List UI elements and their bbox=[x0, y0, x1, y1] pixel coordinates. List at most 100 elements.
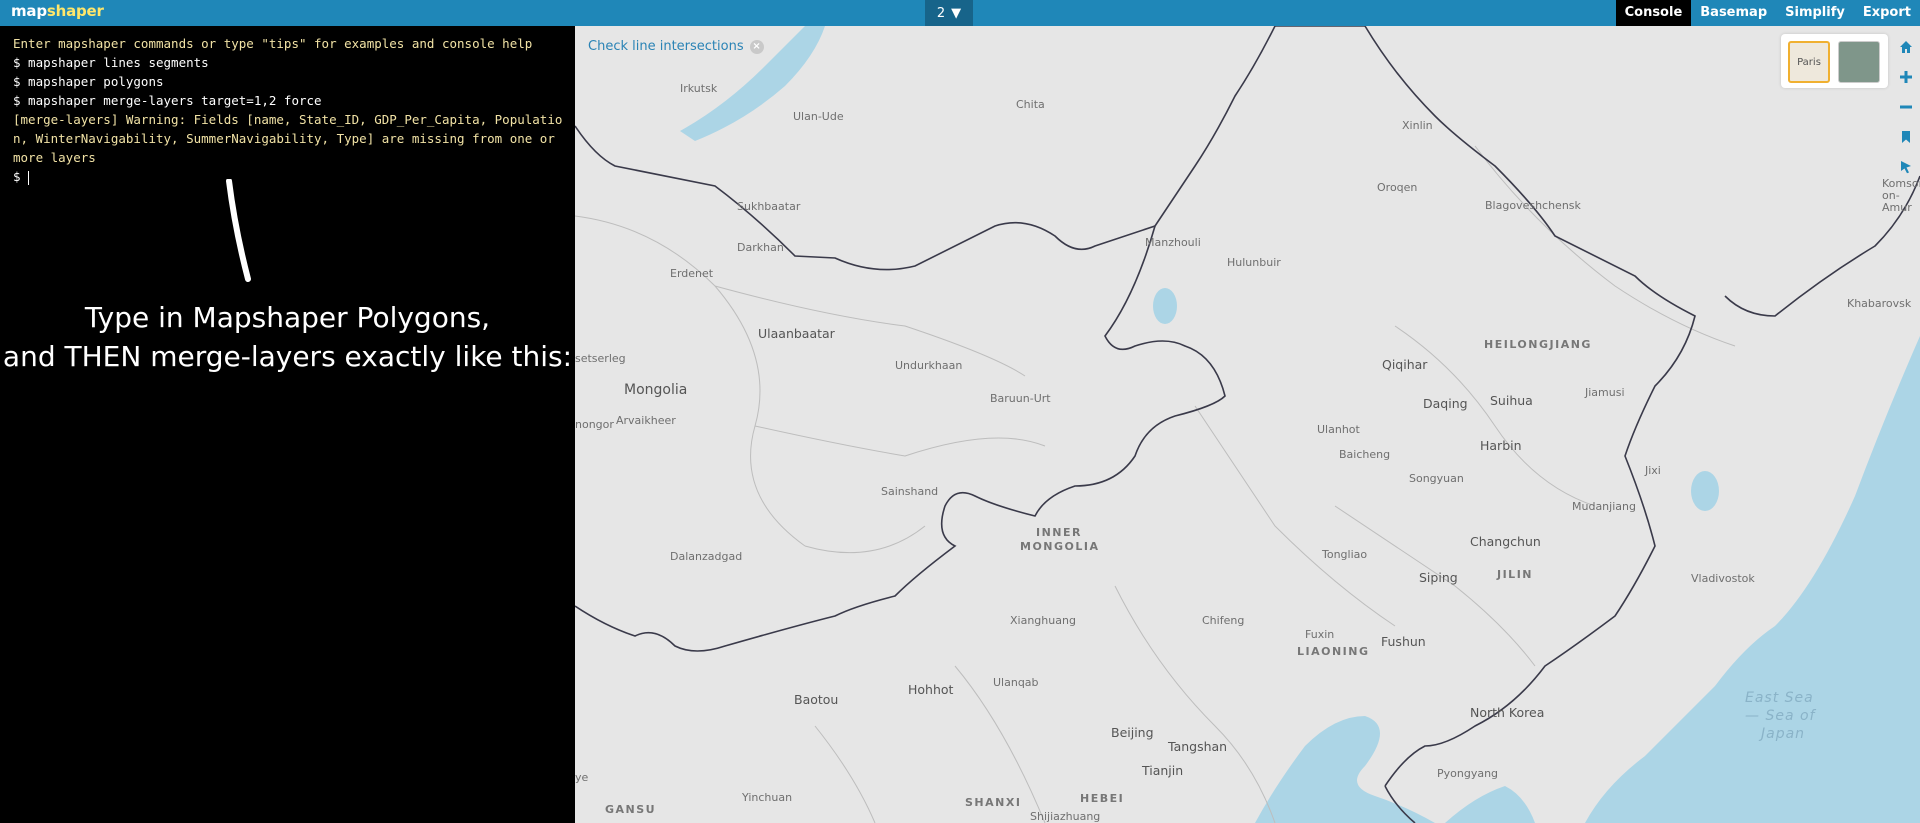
map-label: Beijing bbox=[1111, 725, 1154, 740]
map-label: Tangshan bbox=[1168, 739, 1228, 754]
bookmark-icon[interactable] bbox=[1893, 124, 1919, 150]
map-label: Blagoveshchensk bbox=[1485, 199, 1581, 212]
map-label: HEILONGJIANG bbox=[1484, 338, 1592, 351]
map-label: Sukhbaatar bbox=[737, 200, 801, 213]
map-label: Baotou bbox=[794, 692, 839, 707]
map-label: — Sea of bbox=[1745, 708, 1816, 724]
zoom-out-icon[interactable] bbox=[1893, 94, 1919, 120]
logo-map-part: map bbox=[11, 2, 47, 20]
annotation-line-2: and THEN merge-layers exactly like this: bbox=[2, 340, 573, 373]
menu-basemap[interactable]: Basemap bbox=[1691, 0, 1776, 26]
basemap-thumb-streets[interactable]: Paris bbox=[1788, 41, 1830, 83]
map-label: MONGOLIA bbox=[1020, 540, 1100, 553]
top-bar: mapshaper 2 ▼ Console Basemap Simplify E… bbox=[0, 0, 1920, 26]
map-label: Ulanhot bbox=[1317, 423, 1360, 436]
layer-selector[interactable]: 2 ▼ bbox=[925, 0, 973, 26]
basemap-picker: Paris bbox=[1781, 34, 1888, 88]
map-label: Undurkhaan bbox=[895, 359, 963, 372]
map-label: SHANXI bbox=[965, 796, 1022, 809]
map-label: Jiamusi bbox=[1585, 386, 1625, 399]
menu-export[interactable]: Export bbox=[1854, 0, 1920, 26]
map-label: Jixi bbox=[1645, 464, 1661, 477]
basemap-graphic bbox=[575, 26, 1920, 823]
zoom-in-icon[interactable] bbox=[1893, 64, 1919, 90]
map-label: Fushun bbox=[1381, 634, 1426, 649]
map-label: Hulunbuir bbox=[1227, 256, 1281, 269]
map-label: Hohhot bbox=[908, 682, 954, 697]
map-label: ye bbox=[575, 771, 589, 784]
map-label: Mongolia bbox=[624, 382, 688, 398]
map-label: Dalanzadgad bbox=[670, 550, 743, 563]
map-tools bbox=[1892, 34, 1920, 189]
map-label: Xinlin bbox=[1402, 119, 1433, 132]
map-label: Changchun bbox=[1470, 534, 1541, 549]
map-label: Siping bbox=[1419, 570, 1458, 585]
console-warning: [merge-layers] Warning: Fields [name, St… bbox=[13, 112, 563, 165]
annotation-line-1: Type in Mapshaper Polygons, bbox=[84, 301, 491, 334]
yellow-sea bbox=[1445, 786, 1535, 823]
map-label: Ulan-Ude bbox=[793, 110, 844, 123]
map-label: Mudanjiang bbox=[1572, 500, 1636, 513]
map-label: JILIN bbox=[1497, 568, 1533, 581]
map-label: Ulaanbaatar bbox=[758, 326, 835, 341]
map-label: LIAONING bbox=[1297, 645, 1370, 658]
map-label: Manzhouli bbox=[1145, 236, 1201, 249]
xingkai-lake bbox=[1691, 471, 1719, 511]
map-label: Tongliao bbox=[1322, 548, 1368, 561]
map-label: HEBEI bbox=[1080, 792, 1125, 805]
logo-shaper-part: shaper bbox=[46, 2, 104, 20]
map-label: Arvaikheer bbox=[616, 414, 676, 427]
check-line-intersections-link[interactable]: Check line intersections × bbox=[588, 39, 764, 54]
menu-console[interactable]: Console bbox=[1615, 0, 1692, 26]
map-label: Fuxin bbox=[1305, 628, 1335, 641]
bohai-sea bbox=[1255, 716, 1435, 823]
map-label: Yinchuan bbox=[742, 791, 793, 804]
menu-simplify[interactable]: Simplify bbox=[1776, 0, 1854, 26]
map-label: Xianghuang bbox=[1010, 614, 1076, 627]
layer-selector-value: 2 bbox=[936, 5, 946, 21]
map-label: Chita bbox=[1016, 98, 1045, 111]
map-label: Pyongyang bbox=[1437, 767, 1499, 780]
console-line: $ mapshaper polygons bbox=[13, 74, 164, 89]
map-label: Daqing bbox=[1423, 396, 1468, 411]
main-menu: Console Basemap Simplify Export bbox=[1615, 0, 1920, 26]
map-label: Erdenet bbox=[670, 267, 714, 280]
console-line: $ mapshaper merge-layers target=1,2 forc… bbox=[13, 93, 322, 108]
map-label: Baruun-Urt bbox=[990, 392, 1051, 405]
map-label: INNER bbox=[1036, 526, 1082, 539]
text-cursor bbox=[28, 170, 30, 185]
map-label: Tianjin bbox=[1142, 763, 1184, 778]
map-label: Suihua bbox=[1490, 393, 1533, 408]
console-line: Enter mapshaper commands or type "tips" … bbox=[13, 36, 533, 51]
map-label: Qiqihar bbox=[1382, 357, 1428, 372]
map-label: Chifeng bbox=[1202, 614, 1245, 627]
map-label: Baicheng bbox=[1339, 448, 1391, 461]
map-label: nongor bbox=[575, 418, 614, 431]
map-label: Songyuan bbox=[1409, 472, 1464, 485]
close-icon[interactable]: × bbox=[749, 39, 764, 54]
map-label: Ulanqab bbox=[993, 676, 1039, 689]
map-label: Irkutsk bbox=[680, 82, 718, 95]
map-label: North Korea bbox=[1470, 705, 1545, 720]
map-label: East Sea bbox=[1745, 690, 1814, 706]
console-panel[interactable]: Enter mapshaper commands or type "tips" … bbox=[0, 26, 575, 823]
annotation-arrow-stroke bbox=[226, 179, 251, 282]
map-label: Vladivostok bbox=[1691, 572, 1755, 585]
console-prompt: $ bbox=[13, 169, 29, 184]
console-line: $ mapshaper lines segments bbox=[13, 55, 209, 70]
basemap-thumb-satellite[interactable] bbox=[1838, 41, 1880, 83]
check-line-intersections-label: Check line intersections bbox=[588, 39, 744, 54]
map-view[interactable]: Irkutsk Ulan-Ude Chita Xinlin Oroqen Kom… bbox=[575, 26, 1920, 823]
annotation-text: Type in Mapshaper Polygons, and THEN mer… bbox=[0, 298, 575, 376]
hulun-lake bbox=[1153, 288, 1177, 324]
home-icon[interactable] bbox=[1893, 34, 1919, 60]
map-label: Darkhan bbox=[737, 241, 784, 254]
console-input[interactable]: $ bbox=[13, 167, 563, 186]
pointer-icon[interactable] bbox=[1893, 154, 1919, 180]
map-label: setserleg bbox=[575, 352, 626, 365]
basemap-thumb-label: Paris bbox=[1797, 56, 1821, 68]
map-label: Harbin bbox=[1480, 438, 1522, 453]
app-logo: mapshaper bbox=[11, 2, 104, 20]
map-label: Oroqen bbox=[1377, 181, 1418, 194]
map-label: Shijiazhuang bbox=[1030, 810, 1101, 823]
